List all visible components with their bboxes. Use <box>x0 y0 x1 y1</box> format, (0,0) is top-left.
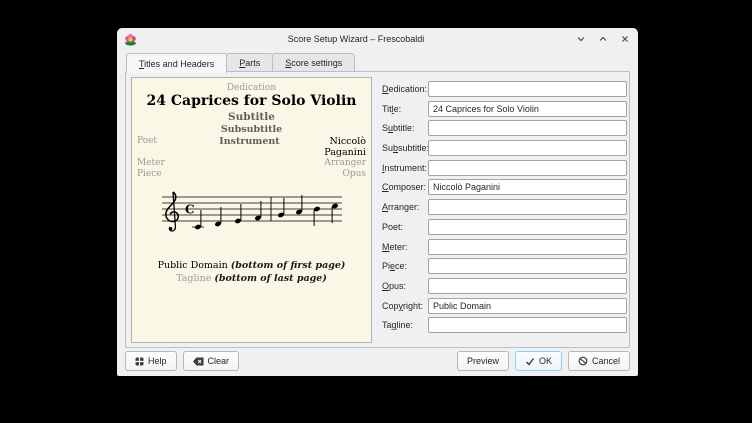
preview-left-column: Poet Meter Piece <box>137 136 197 180</box>
form-row: Dedication: <box>382 81 627 97</box>
form-row: Tagline: <box>382 317 627 333</box>
time-signature: C <box>185 203 195 217</box>
ok-button[interactable]: OK <box>515 351 562 371</box>
composer-label: Composer: <box>382 182 428 192</box>
preview-copyright-note: (bottom of first page) <box>231 260 346 271</box>
footer-spacer <box>245 351 451 371</box>
preview-title: 24 Caprices for Solo Violin <box>132 93 371 109</box>
preview-piece: Piece <box>137 169 197 180</box>
measure-2-notes <box>277 195 338 226</box>
frescobaldi-app-icon <box>124 33 137 46</box>
tab-parts[interactable]: Parts <box>226 53 273 72</box>
subtitle-label: Subtitle: <box>382 123 428 133</box>
preview-tagline: Tagline <box>176 273 211 284</box>
window-controls <box>575 33 631 45</box>
tab-score-settings[interactable]: Score settings <box>272 53 355 72</box>
cancel-icon <box>578 356 588 366</box>
tagline-label: Tagline: <box>382 320 428 330</box>
form-row: Opus: <box>382 278 627 294</box>
copyright-label: Copyright: <box>382 301 428 311</box>
window-title: Score Setup Wizard – Frescobaldi <box>137 34 575 44</box>
poet-input[interactable] <box>428 219 627 235</box>
preview-subsubtitle: Subsubtitle <box>132 124 371 135</box>
preview-composer-line1: Niccolò <box>302 136 366 147</box>
preview-right-column: Niccolò Paganini Arranger Opus <box>302 136 366 180</box>
preview-arranger: Arranger <box>302 158 366 169</box>
help-icon <box>135 357 144 366</box>
piece-input[interactable] <box>428 258 627 274</box>
form-row: Subtitle: <box>382 120 627 136</box>
preview-tagline-line: Tagline (bottom of last page) <box>132 273 371 284</box>
form-row: Arranger: <box>382 199 627 215</box>
composer-input[interactable] <box>428 179 627 195</box>
preview-opus: Opus <box>302 169 366 180</box>
titles-form: Dedication: Title: Subtitle: Subsubtitle… <box>382 81 627 337</box>
copyright-input[interactable] <box>428 298 627 314</box>
clear-backspace-icon <box>193 357 204 366</box>
subtitle-input[interactable] <box>428 120 627 136</box>
treble-clef-icon <box>165 192 177 231</box>
title-input[interactable] <box>428 101 627 117</box>
minimize-button[interactable] <box>575 33 587 45</box>
titles-and-headers-panel: Dedication 24 Caprices for Solo Violin S… <box>125 71 630 348</box>
subsubtitle-input[interactable] <box>428 140 627 156</box>
tab-bar: Titles and Headers Parts Score settings <box>126 53 354 72</box>
subsubtitle-label: Subsubtitle: <box>382 143 428 153</box>
preview-header-grid: Poet Meter Piece Instrument Niccolò Paga… <box>132 136 371 180</box>
maximize-button[interactable] <box>597 33 609 45</box>
clear-button[interactable]: Clear <box>183 351 240 371</box>
preview-copyright: Public Domain <box>158 260 228 271</box>
score-preview: Dedication 24 Caprices for Solo Violin S… <box>131 77 372 343</box>
chevron-up-icon <box>598 34 608 44</box>
meter-input[interactable] <box>428 239 627 255</box>
dedication-label: Dedication: <box>382 84 428 94</box>
chevron-down-icon <box>576 34 586 44</box>
close-button[interactable] <box>619 33 631 45</box>
measure-1-notes <box>192 201 262 230</box>
title-label: Title: <box>382 104 428 114</box>
tab-titles-and-headers[interactable]: Titles and Headers <box>126 53 227 73</box>
cancel-button[interactable]: Cancel <box>568 351 630 371</box>
arranger-label: Arranger: <box>382 202 428 212</box>
help-button[interactable]: Help <box>125 351 177 371</box>
preview-meter: Meter <box>137 158 197 169</box>
dedication-input[interactable] <box>428 81 627 97</box>
preview-composer-line2: Paganini <box>302 147 366 158</box>
form-row: Copyright: <box>382 298 627 314</box>
meter-label: Meter: <box>382 242 428 252</box>
tagline-input[interactable] <box>428 317 627 333</box>
instrument-label: Instrument: <box>382 163 428 173</box>
form-row: Title: <box>382 101 627 117</box>
piece-label: Piece: <box>382 261 428 271</box>
check-icon <box>525 357 535 366</box>
opus-label: Opus: <box>382 281 428 291</box>
opus-input[interactable] <box>428 278 627 294</box>
preview-button[interactable]: Preview <box>457 351 509 371</box>
form-row: Subsubtitle: <box>382 140 627 156</box>
form-row: Piece: <box>382 258 627 274</box>
preview-subtitle: Subtitle <box>132 111 371 123</box>
preview-poet: Poet <box>137 136 197 147</box>
close-icon <box>620 34 630 44</box>
score-setup-wizard-dialog: Score Setup Wizard – Frescobaldi Titles … <box>117 28 638 376</box>
preview-copyright-line: Public Domain (bottom of first page) <box>132 260 371 271</box>
music-staff-wrap: C <box>160 189 344 239</box>
form-row: Poet: <box>382 219 627 235</box>
preview-dedication: Dedication <box>132 83 371 93</box>
form-row: Meter: <box>382 239 627 255</box>
preview-tagline-note: (bottom of last page) <box>214 273 326 284</box>
form-row: Composer: <box>382 179 627 195</box>
music-staff: C <box>160 189 344 235</box>
dialog-button-row: Help Clear Preview OK Cancel <box>125 351 630 371</box>
poet-label: Poet: <box>382 222 428 232</box>
instrument-input[interactable] <box>428 160 627 176</box>
arranger-input[interactable] <box>428 199 627 215</box>
preview-instrument: Instrument <box>219 136 279 180</box>
titlebar[interactable]: Score Setup Wizard – Frescobaldi <box>117 28 638 50</box>
form-row: Instrument: <box>382 160 627 176</box>
